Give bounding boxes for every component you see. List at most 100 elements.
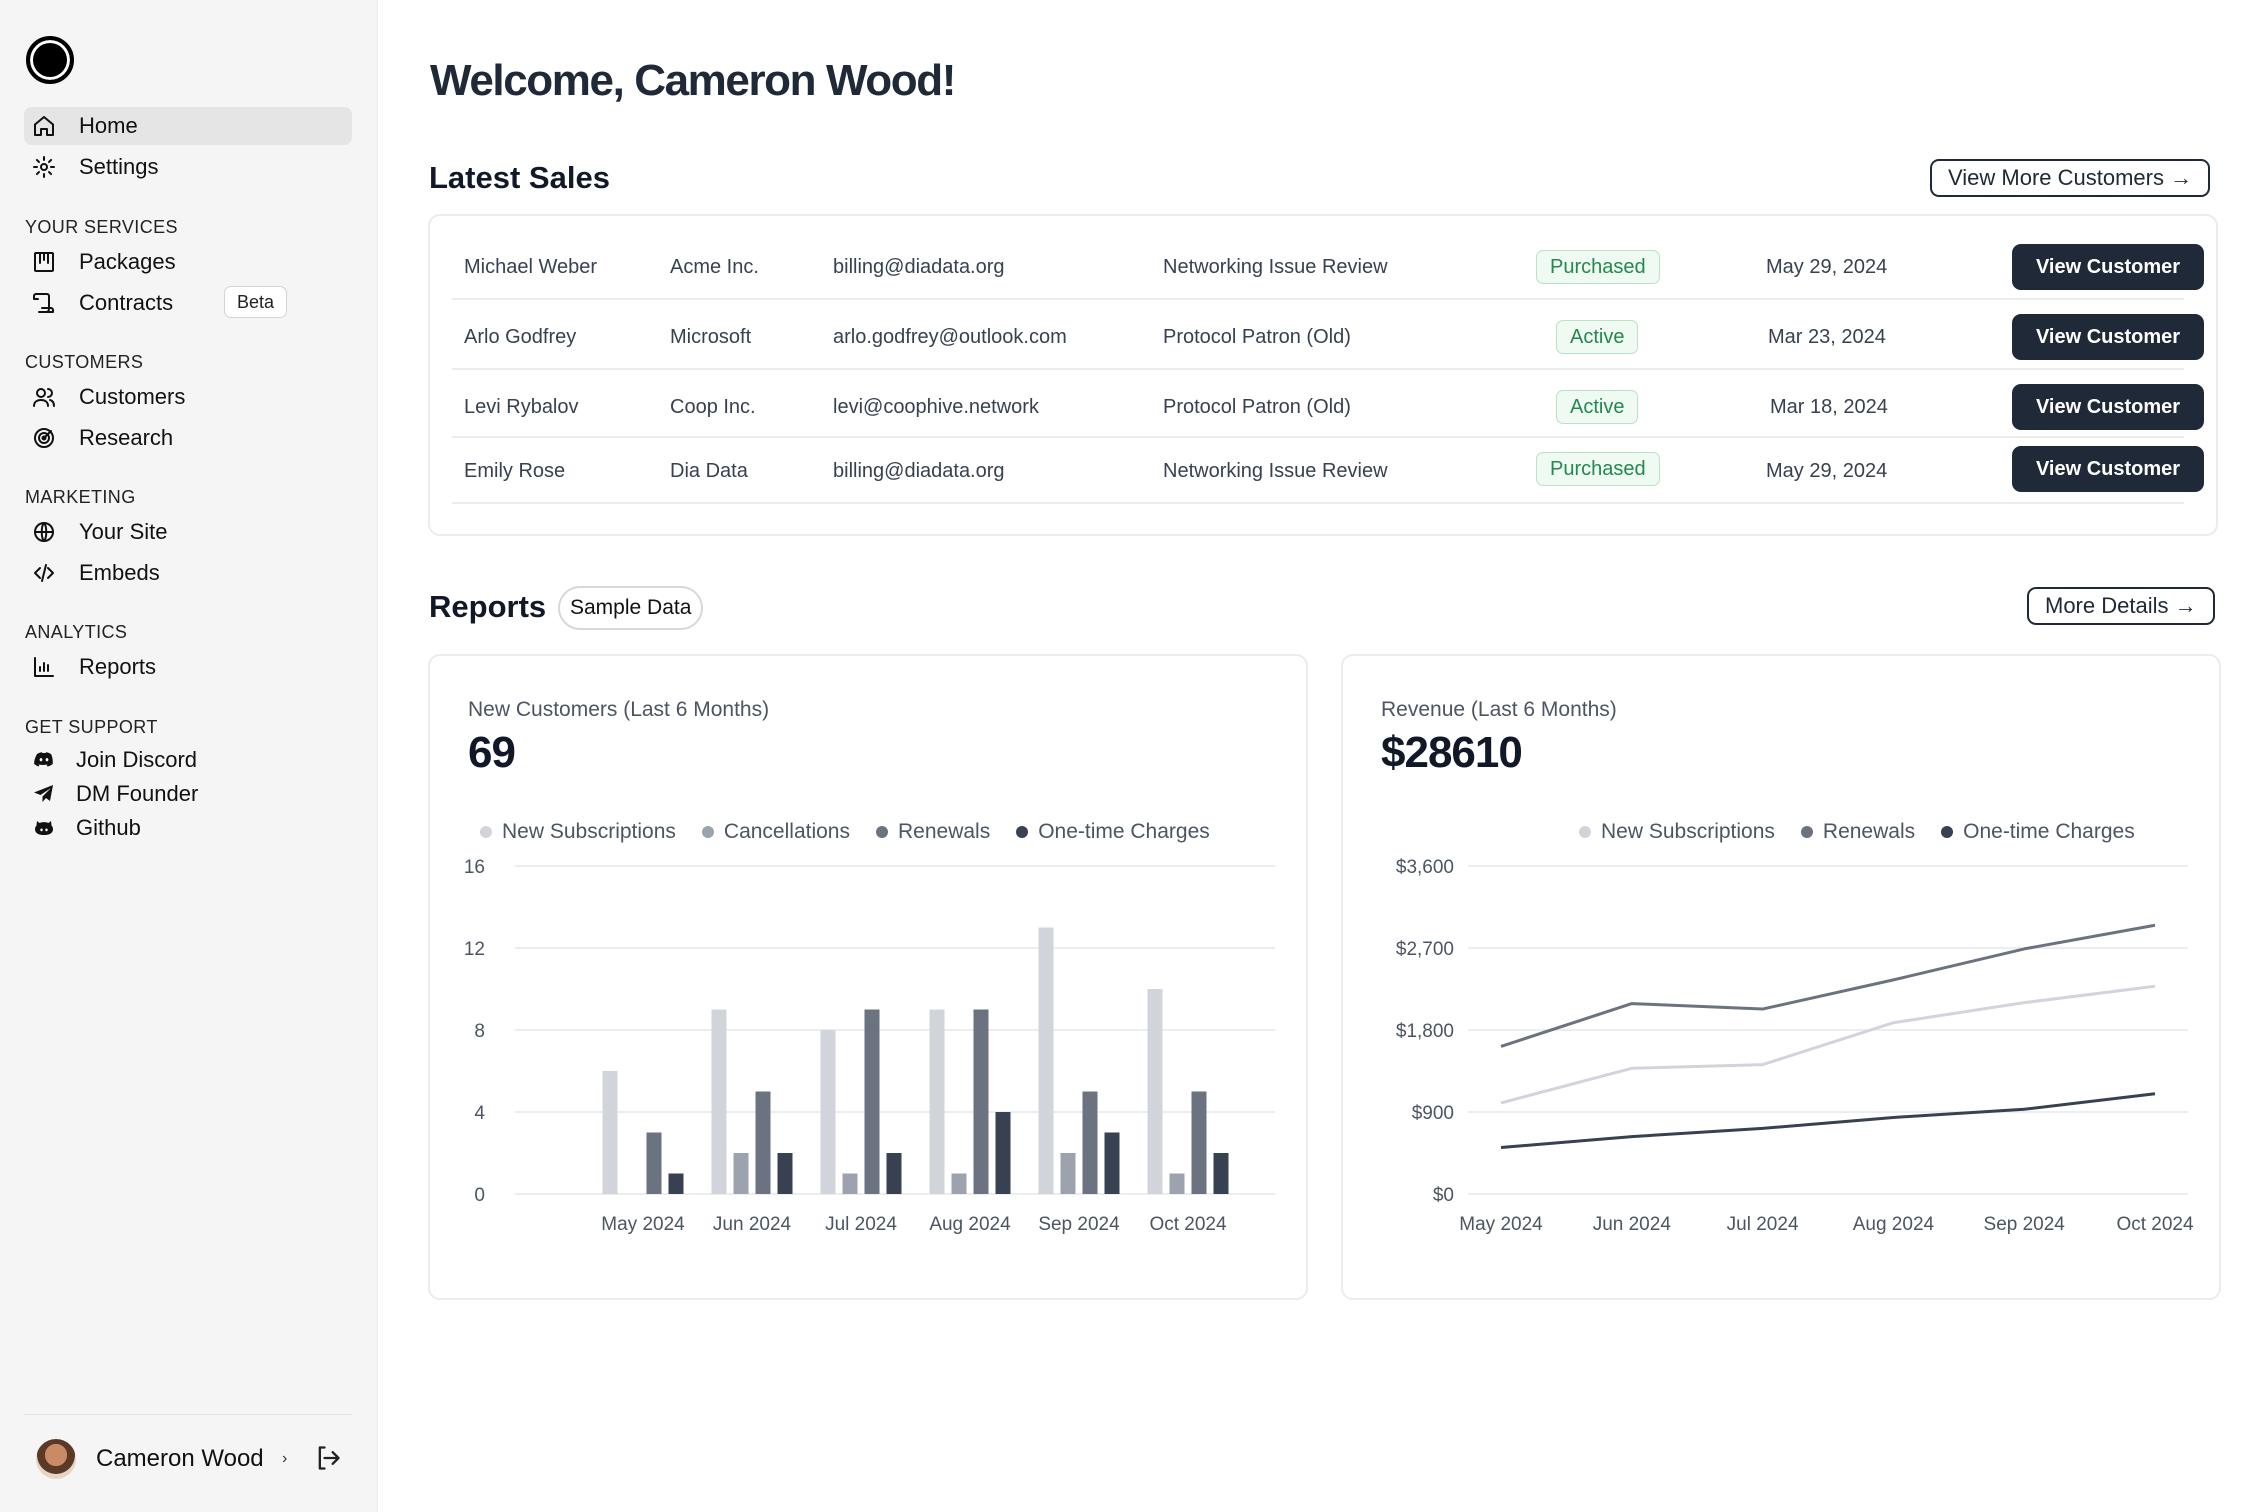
bar [995,1112,1011,1194]
sidebar-item-label: Join Discord [76,747,198,772]
view-customer-button[interactable]: View Customer [2012,446,2204,492]
table-row: Levi Rybalov Coop Inc. levi@coophive.net… [452,374,2204,438]
gear-icon [32,155,56,179]
sidebar-item-github[interactable]: Github [24,809,352,847]
company: Dia Data [670,459,748,482]
table-row: Michael Weber Acme Inc. billing@diadata.… [452,234,2204,300]
sidebar-item-home[interactable]: Home [24,107,352,145]
y-tick-label: $0 [1433,1185,1454,1206]
x-tick-label: May 2024 [1459,1214,1543,1235]
beta-badge: Beta [224,286,288,318]
users-icon [32,385,56,409]
sidebar-item-join-discord[interactable]: Join Discord [24,741,352,779]
sidebar-item-embeds[interactable]: Embeds [24,554,352,592]
sidebar-item-label: Customers [79,384,186,409]
view-customer-button[interactable]: View Customer [2012,244,2204,290]
company: Microsoft [670,325,752,348]
y-tick-label: 12 [464,939,485,960]
legend-item: One-time Charges [1941,820,2135,844]
sidebar-item-your-site[interactable]: Your Site [24,513,352,551]
bar [733,1153,749,1194]
legend-label: New Subscriptions [1601,820,1775,843]
date: May 29, 2024 [1766,459,1888,482]
table-row: Emily Rose Dia Data billing@diadata.org … [452,438,2204,504]
bar [929,1009,945,1194]
legend-label: Renewals [1822,820,1916,843]
bar [886,1153,902,1194]
legend-item: Renewals [875,820,990,844]
bar [1191,1091,1207,1194]
card-value: $28610 [1381,728,1523,777]
sidebar-item-label: Reports [79,654,157,679]
avatar[interactable] [36,1439,76,1479]
product: Protocol Patron (Old) [1163,395,1351,418]
package-icon [32,250,56,274]
sample-data-badge: Sample Data [558,586,704,630]
legend-dot [701,826,714,838]
card-label: Revenue (Last 6 Months) [1381,698,1617,721]
x-tick-label: Aug 2024 [929,1214,1011,1235]
logout-icon[interactable] [314,1444,342,1472]
legend-item: Cancellations [701,820,850,844]
card-value: 69 [468,728,516,777]
new-customers-card: New Customers (Last 6 Months) 69 New Sub… [428,654,1308,1300]
card-label: New Customers (Last 6 Months) [468,698,770,721]
status-badge: Purchased [1536,250,1660,284]
email: arlo.godfrey@outlook.com [833,325,1067,348]
chevron-right-icon[interactable]: › [282,1450,287,1468]
status-badge: Active [1556,390,1639,424]
sidebar-item-packages[interactable]: Packages [24,243,352,281]
date: May 29, 2024 [1766,255,1888,278]
user-name[interactable]: Cameron Wood [96,1445,264,1473]
bar [1213,1153,1229,1194]
view-customer-button[interactable]: View Customer [2012,384,2204,430]
customer-name: Levi Rybalov [464,395,579,418]
more-details-button[interactable]: More Details → [2027,587,2215,625]
bar [646,1132,662,1194]
bar [755,1091,771,1194]
bar [668,1173,684,1194]
email: levi@coophive.network [833,395,1039,418]
series-line [1500,984,2156,1105]
customer-name: Emily Rose [464,459,566,482]
legend-label: One-time Charges [1038,820,1210,843]
product: Networking Issue Review [1163,255,1388,278]
section-title-get-support: GET SUPPORT [25,717,158,737]
x-tick-label: Aug 2024 [1853,1214,1935,1235]
section-title-analytics: ANALYTICS [25,622,128,642]
x-tick-label: Jun 2024 [713,1214,792,1235]
chart-legend: New Subscriptions Renewals One-time Char… [1579,820,2135,844]
sidebar-item-dm-founder[interactable]: DM Founder [24,775,352,813]
sidebar-item-customers[interactable]: Customers [24,378,352,416]
view-customer-button[interactable]: View Customer [2012,314,2204,360]
logo[interactable] [26,36,74,84]
legend-dot [875,826,888,838]
x-tick-label: Oct 2024 [2116,1214,2194,1235]
globe-icon [32,520,56,544]
bar [864,1009,880,1194]
y-tick-label: $3,600 [1396,857,1454,878]
y-tick-label: $1,800 [1396,1021,1454,1042]
x-tick-label: Oct 2024 [1149,1214,1227,1235]
bar-chart-icon [32,655,56,679]
revenue-line-chart: $0 $900 $1,800 $2,700 $3,600 May 2024 Jun 2024… [1396,857,2194,1235]
section-title-customers: CUSTOMERS [25,352,144,372]
x-tick-label: Jun 2024 [1593,1214,1672,1235]
bar [951,1173,967,1194]
legend-item: New Subscriptions [480,820,676,844]
legend-label: Cancellations [723,820,850,843]
view-more-customers-button[interactable]: View More Customers → [1930,159,2211,197]
legend-dot [1016,826,1029,838]
revenue-card: Revenue (Last 6 Months) $28610 New Subsc… [1341,654,2221,1300]
scroll-icon [32,291,56,315]
sidebar-item-label: Settings [79,154,159,179]
bar [1147,989,1163,1194]
sidebar-item-reports[interactable]: Reports [24,648,352,686]
page-title: Welcome, Cameron Wood! [430,56,956,105]
sidebar-item-settings[interactable]: Settings [24,148,352,186]
product: Networking Issue Review [1163,459,1388,482]
sidebar-item-contracts[interactable]: Contracts Beta [24,284,352,322]
sidebar-item-research[interactable]: Research [24,419,352,457]
email: billing@diadata.org [833,255,1005,278]
bar [1060,1153,1076,1194]
